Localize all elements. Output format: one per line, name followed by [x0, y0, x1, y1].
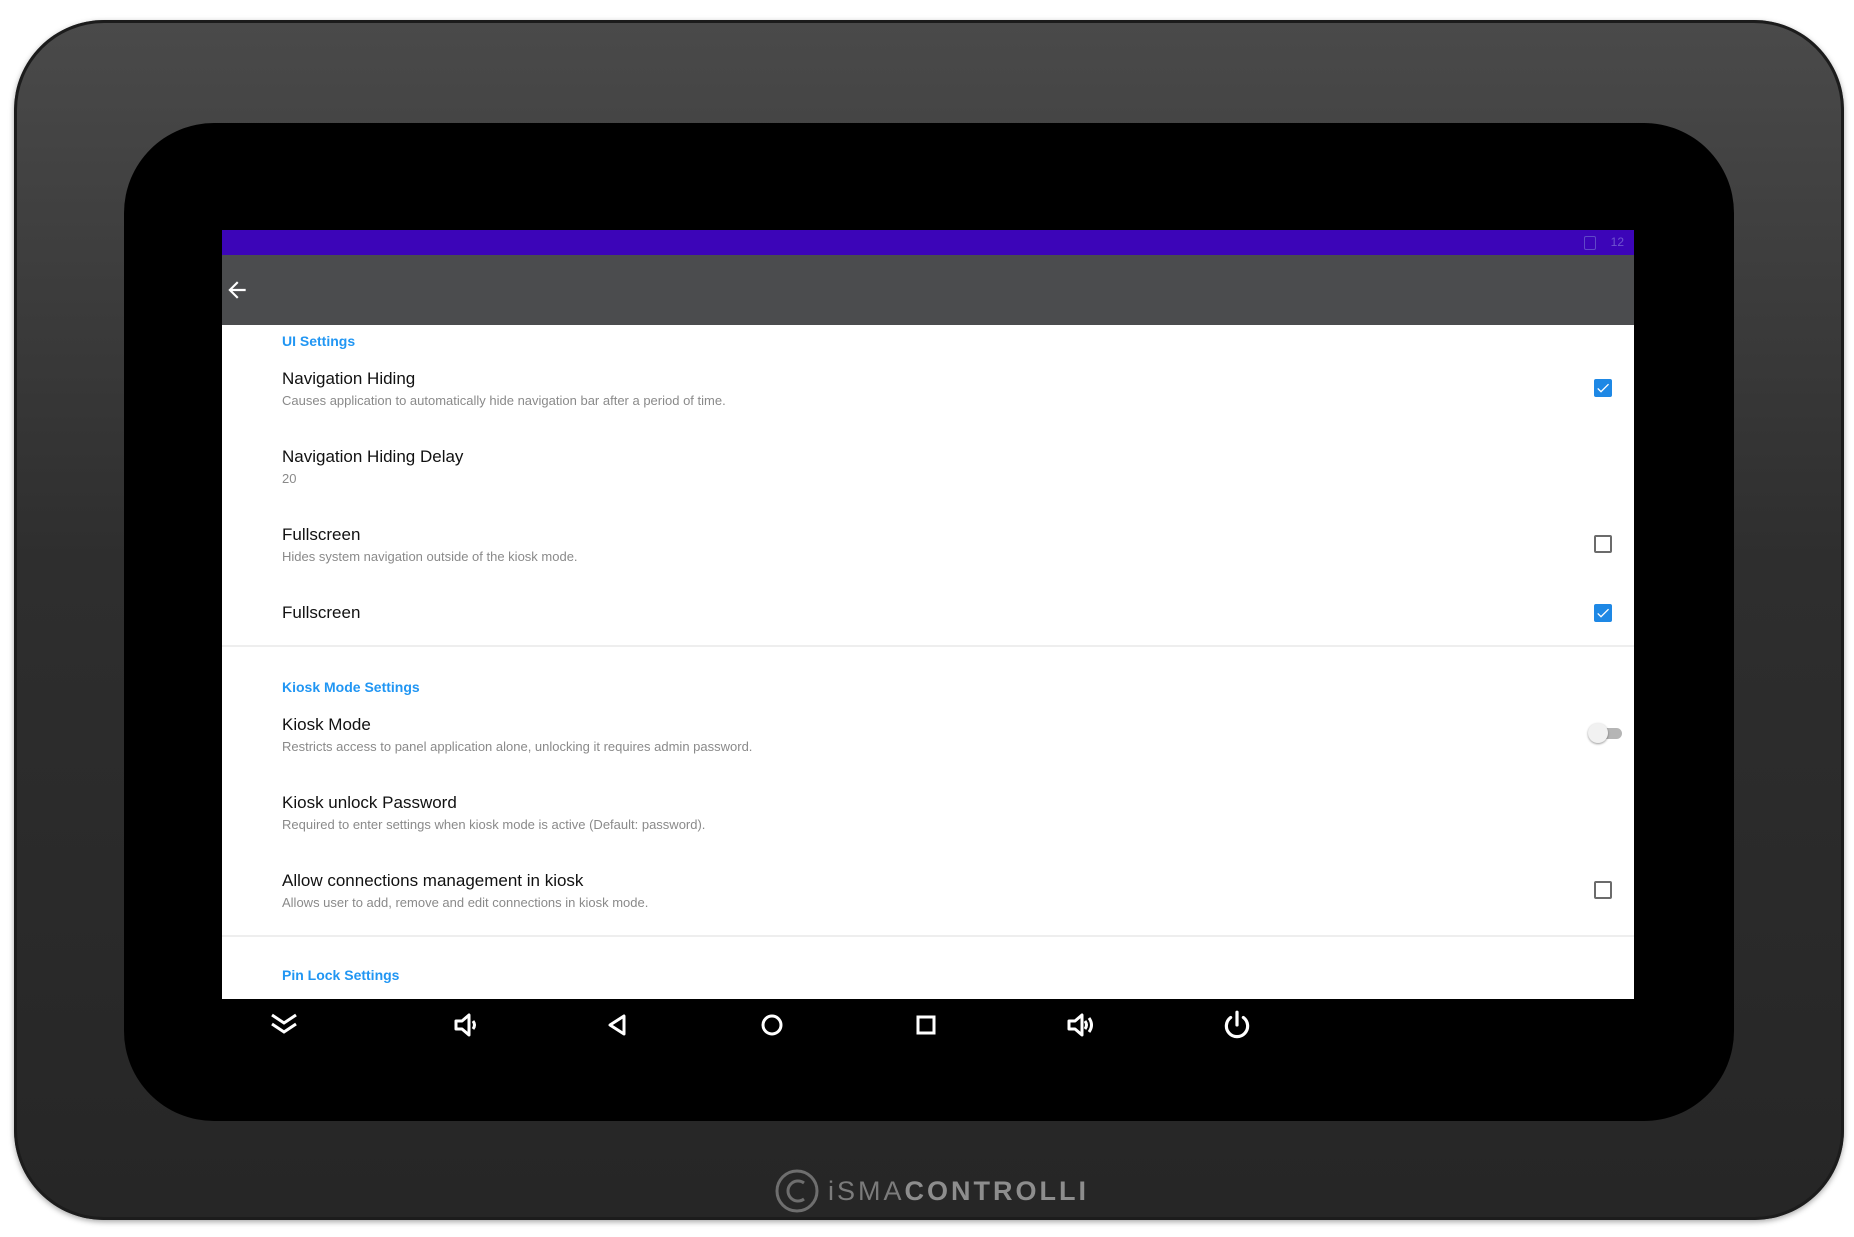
screen: 12 UI Settings Navigation Hiding Causes … — [222, 230, 1634, 999]
brand-name-bold: CONTROLLI — [904, 1176, 1089, 1206]
pref-summary: Restricts access to panel application al… — [282, 739, 753, 754]
pref-title: Kiosk Mode — [282, 715, 371, 734]
section-header-kiosk: Kiosk Mode Settings — [282, 679, 420, 695]
pref-title: Fullscreen — [282, 525, 361, 544]
arrow-left-icon — [228, 281, 246, 299]
allow-connections-checkbox[interactable] — [1594, 881, 1612, 899]
back-icon — [608, 1014, 626, 1036]
kiosk-mode-switch[interactable] — [1588, 723, 1624, 743]
pref-summary: Required to enter settings when kiosk mo… — [282, 817, 706, 832]
pref-navigation-hiding[interactable]: Navigation Hiding Causes application to … — [282, 369, 1634, 439]
pref-title: Allow connections management in kiosk — [282, 871, 584, 890]
volume-down-button[interactable] — [442, 1001, 490, 1049]
volume-up-button[interactable] — [1056, 1001, 1104, 1049]
pref-summary: Hides system navigation outside of the k… — [282, 549, 578, 564]
brand-name-light: iSMA — [828, 1176, 905, 1206]
pref-fullscreen[interactable]: Fullscreen Hides system navigation outsi… — [282, 525, 1634, 595]
section-divider — [222, 935, 1634, 937]
nav-home-button[interactable] — [748, 1001, 796, 1049]
pref-summary: Causes application to automatically hide… — [282, 393, 726, 408]
check-icon — [1597, 383, 1609, 393]
section-header-pin: Pin Lock Settings — [282, 967, 400, 983]
brand-logo-icon — [775, 1169, 819, 1213]
panel-device: 12 UI Settings Navigation Hiding Causes … — [14, 20, 1844, 1220]
switch-thumb — [1588, 723, 1608, 743]
screen-bezel: 12 UI Settings Navigation Hiding Causes … — [124, 123, 1734, 1121]
app-bar — [222, 255, 1634, 325]
status-bar: 12 — [222, 230, 1634, 255]
section-divider — [222, 645, 1634, 647]
collapse-icon — [271, 1013, 297, 1034]
collapse-button[interactable] — [260, 1001, 308, 1049]
fullscreen-checkbox[interactable] — [1594, 535, 1612, 553]
pref-summary: 20 — [282, 471, 297, 486]
power-button[interactable] — [1212, 1001, 1260, 1049]
pref-fullscreen-2[interactable]: Fullscreen — [282, 603, 1634, 673]
pref-kiosk-password[interactable]: Kiosk unlock Password Required to enter … — [282, 793, 1634, 863]
section-header-ui: UI Settings — [282, 333, 356, 349]
pref-title: Fullscreen — [282, 603, 361, 622]
home-icon — [761, 1014, 783, 1036]
brand-name: iSMACONTROLLI — [828, 1176, 1089, 1207]
pref-allow-connections[interactable]: Allow connections management in kiosk Al… — [282, 871, 1634, 941]
settings-list: UI Settings Navigation Hiding Causes app… — [222, 325, 1634, 999]
back-button[interactable] — [224, 277, 250, 303]
pref-kiosk-mode[interactable]: Kiosk Mode Restricts access to panel app… — [282, 715, 1634, 785]
pref-title: Navigation Hiding — [282, 369, 416, 388]
pref-title: Kiosk unlock Password — [282, 793, 457, 812]
nav-back-button[interactable] — [594, 1001, 642, 1049]
battery-icon — [1584, 236, 1596, 250]
pref-summary: Allows user to add, remove and edit conn… — [282, 895, 649, 910]
volume-up-icon — [1067, 1013, 1093, 1037]
fullscreen-2-checkbox[interactable] — [1594, 604, 1612, 622]
recents-icon — [916, 1015, 936, 1035]
pref-navigation-hiding-delay[interactable]: Navigation Hiding Delay 20 — [282, 447, 1634, 517]
nav-recents-button[interactable] — [902, 1001, 950, 1049]
status-time: 12 — [1610, 235, 1624, 249]
navigation-hiding-checkbox[interactable] — [1594, 379, 1612, 397]
power-icon — [1224, 1010, 1250, 1039]
brand-logo: iSMACONTROLLI — [774, 1168, 1114, 1213]
volume-down-icon — [454, 1013, 476, 1037]
pref-title: Navigation Hiding Delay — [282, 447, 464, 466]
check-icon — [1597, 608, 1609, 618]
system-nav-bar — [222, 1001, 1634, 1061]
